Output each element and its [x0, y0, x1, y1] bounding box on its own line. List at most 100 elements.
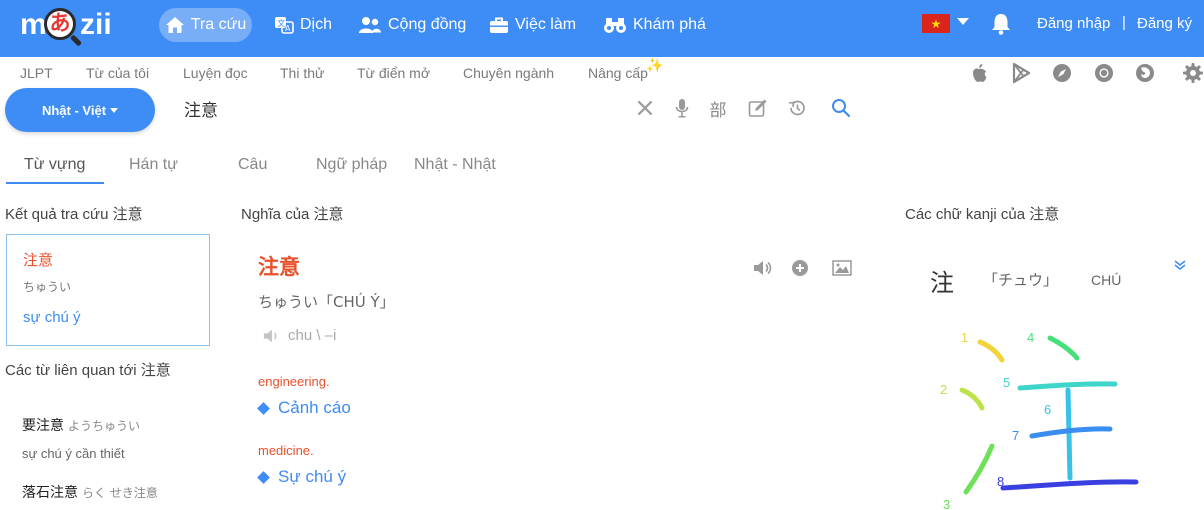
chrome-icon[interactable] — [1093, 62, 1115, 84]
related-item-word[interactable]: 落石注意 らく せき注意 — [22, 482, 158, 502]
top-navbar: m あ zii Tra cứu 文A Dịch Cộng đồng Việc l… — [0, 0, 1204, 57]
stroke-number: 4 — [1027, 330, 1034, 345]
subnav-tu-dien-mo[interactable]: Từ điển mở — [357, 65, 430, 81]
nav-label: Khám phá — [633, 16, 706, 33]
tab-tu-vung[interactable]: Từ vựng — [24, 156, 85, 174]
kanji-stroke-order-diagram: 1 2 3 4 5 6 7 8 — [940, 330, 1139, 510]
kanji-section-title: Các chữ kanji của 注意 — [905, 206, 1060, 223]
google-play-icon[interactable] — [1010, 62, 1032, 84]
vietnam-flag-icon[interactable]: ★ — [922, 14, 950, 33]
chevron-down-icon[interactable] — [1173, 258, 1187, 272]
subnav-luyen-doc[interactable]: Luyện đọc — [183, 65, 248, 81]
register-link[interactable]: Đăng ký — [1137, 15, 1192, 32]
mazii-logo[interactable]: m あ zii — [20, 5, 112, 47]
stroke-number: 7 — [1012, 428, 1019, 443]
related-reading: らく せき注意 — [82, 486, 158, 500]
nav-label: Tra cứu — [190, 16, 247, 33]
settings-icon[interactable] — [1182, 62, 1204, 84]
related-word: 要注意 — [22, 418, 64, 434]
related-title: Các từ liên quan tới 注意 — [5, 362, 171, 379]
caret-down-icon — [110, 107, 119, 113]
field-label: medicine. — [258, 443, 314, 458]
kanji-hanviet: CHÚ — [1091, 272, 1122, 288]
caret-down-icon[interactable] — [957, 18, 969, 25]
subnav-jlpt[interactable]: JLPT — [20, 65, 53, 81]
kanji-stroke — [963, 443, 995, 495]
kanji-stroke — [977, 339, 1005, 363]
tab-ngu-phap[interactable]: Ngữ pháp — [316, 156, 387, 174]
stroke-number: 5 — [1003, 375, 1010, 390]
stroke-number: 2 — [940, 382, 947, 397]
speaker-icon[interactable] — [262, 328, 280, 344]
meaning-text: Sự chú ý — [278, 467, 347, 486]
history-icon[interactable] — [786, 97, 808, 119]
meaning-text: Cảnh cáo — [278, 398, 351, 417]
stroke-number: 8 — [997, 474, 1004, 489]
nav-viec-lam[interactable]: Việc làm — [489, 8, 576, 42]
add-icon[interactable] — [790, 259, 810, 277]
nav-label: Việc làm — [515, 16, 577, 33]
clear-icon[interactable] — [634, 97, 656, 119]
kanji-stroke — [1065, 387, 1073, 481]
nav-dich[interactable]: 文A Dịch — [274, 8, 332, 42]
binoculars-icon — [603, 15, 627, 35]
tab-nhat-nhat[interactable]: Nhật - Nhật — [414, 156, 496, 174]
romaji-row[interactable]: chu \ –i — [262, 327, 336, 344]
subnav-thi-thu[interactable]: Thi thử — [280, 65, 324, 81]
tab-cau[interactable]: Câu — [238, 156, 267, 174]
result-word[interactable]: 注意 — [23, 249, 53, 270]
diamond-bullet-icon — [257, 401, 270, 415]
romaji-text: chu \ –i — [288, 327, 337, 344]
tab-han-tu[interactable]: Hán tự — [129, 156, 178, 174]
subnav-nang-cap[interactable]: Nâng cấp — [588, 65, 648, 81]
kanji-stroke — [959, 387, 985, 411]
active-tab-indicator — [6, 182, 104, 184]
result-card[interactable]: 注意 ちゅうい sự chú ý — [6, 234, 210, 346]
microphone-icon[interactable] — [671, 97, 693, 119]
logo-letters-zii: zii — [80, 8, 112, 41]
search-icon[interactable] — [830, 97, 852, 119]
language-select-label: Nhật - Việt — [41, 102, 107, 118]
nav-tra-cuu[interactable]: Tra cứu — [159, 8, 252, 42]
meaning-item: Cảnh cáo — [257, 398, 351, 418]
meaning-section-title: Nghĩa của 注意 — [241, 206, 344, 223]
logo-letter-m: m — [20, 8, 47, 41]
stroke-number: 3 — [943, 497, 950, 510]
firefox-icon[interactable] — [1134, 62, 1156, 84]
stroke-number: 6 — [1044, 402, 1051, 417]
stroke-number: 1 — [961, 330, 968, 345]
entry-word: 注意 — [258, 255, 300, 279]
svg-text:A: A — [285, 24, 291, 33]
briefcase-icon — [489, 15, 509, 35]
subnav-tu-cua-toi[interactable]: Từ của tôi — [86, 65, 149, 81]
related-meaning: sự chú ý cần thiết — [22, 446, 125, 461]
radical-icon[interactable]: 部 — [707, 97, 729, 121]
handwriting-icon[interactable] — [747, 97, 769, 119]
safari-icon[interactable] — [1051, 62, 1073, 84]
speaker-icon[interactable] — [752, 259, 772, 277]
sparkle-icon: ✨ — [646, 57, 664, 73]
image-icon[interactable] — [832, 259, 852, 277]
kanji-stroke — [1000, 479, 1139, 491]
bell-icon[interactable] — [990, 12, 1012, 36]
subnav-chuyen-nganh[interactable]: Chuyên ngành — [463, 65, 554, 81]
kanji-character[interactable]: 注 — [930, 263, 954, 298]
login-link[interactable]: Đăng nhập — [1037, 15, 1110, 32]
nav-label: Dịch — [300, 16, 333, 33]
users-icon — [358, 15, 382, 35]
entry-reading: ちゅうい「CHÚ Ý」 — [258, 293, 395, 311]
result-reading: ちゅうい — [23, 280, 72, 294]
meaning-item: Sự chú ý — [257, 467, 347, 487]
field-label: engineering. — [258, 374, 330, 389]
nav-cong-dong[interactable]: Cộng đồng — [358, 8, 466, 42]
diamond-bullet-icon — [257, 470, 270, 484]
home-icon — [165, 15, 185, 35]
search-input[interactable] — [184, 95, 614, 121]
language-select-button[interactable]: Nhật - Việt — [5, 88, 155, 132]
flag-star: ★ — [930, 16, 942, 31]
apple-icon[interactable] — [968, 62, 990, 84]
related-item-word[interactable]: 要注意 ようちゅうい — [22, 415, 140, 435]
auth-separator: | — [1122, 14, 1126, 31]
nav-kham-pha[interactable]: Khám phá — [603, 8, 706, 42]
related-reading: ようちゅうい — [68, 419, 141, 433]
